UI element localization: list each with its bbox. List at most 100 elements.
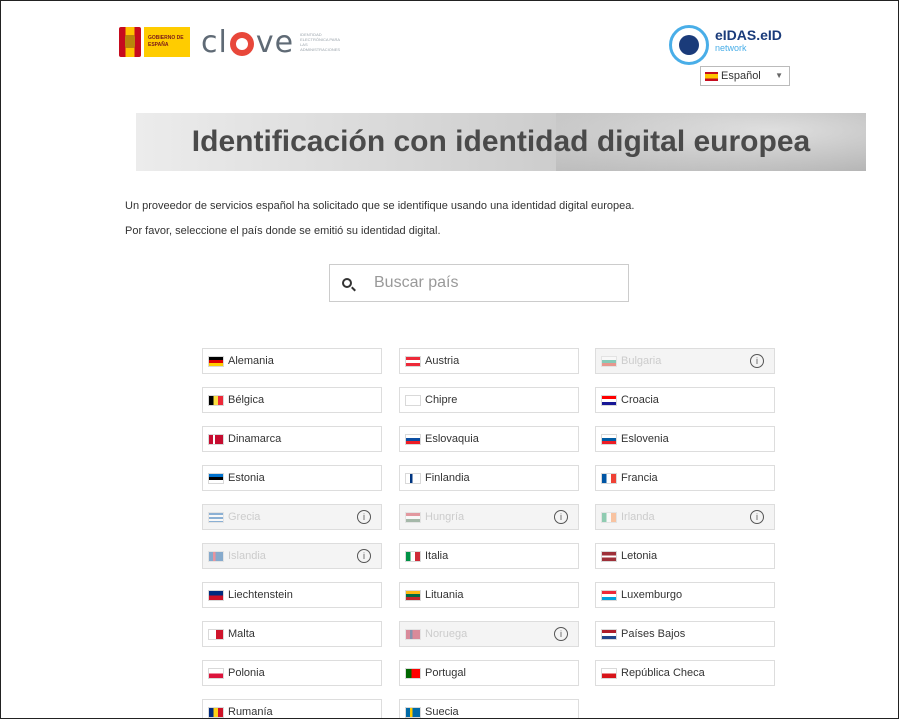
eidas-network: network bbox=[715, 43, 747, 53]
country-label: Suecia bbox=[425, 706, 459, 718]
country-option-luxemburgo[interactable]: Luxemburgo bbox=[595, 582, 775, 608]
country-option-bulgaria[interactable]: Bulgaria i bbox=[595, 348, 775, 374]
country-option-paises-bajos[interactable]: Países Bajos bbox=[595, 621, 775, 647]
info-icon[interactable]: i bbox=[554, 627, 568, 641]
chevron-down-icon: ▼ bbox=[775, 71, 783, 80]
islandia-flag-icon bbox=[209, 551, 223, 561]
country-option-hungria[interactable]: Hungría i bbox=[399, 504, 579, 530]
country-option-portugal[interactable]: Portugal bbox=[399, 660, 579, 686]
country-label: Italia bbox=[425, 550, 449, 562]
info-icon[interactable]: i bbox=[750, 510, 764, 524]
estonia-flag-icon bbox=[209, 473, 223, 483]
country-label: Eslovaquia bbox=[425, 433, 479, 445]
country-option-austria[interactable]: Austria bbox=[399, 348, 579, 374]
letonia-flag-icon bbox=[602, 551, 616, 561]
country-label: Portugal bbox=[425, 667, 466, 679]
eu-stars-icon bbox=[669, 25, 709, 65]
italia-flag-icon bbox=[406, 551, 420, 561]
finlandia-flag-icon bbox=[406, 473, 420, 483]
coat-of-arms-icon bbox=[119, 27, 141, 57]
country-option-rumania[interactable]: Rumanía bbox=[202, 699, 382, 718]
country-label: Liechtenstein bbox=[228, 589, 293, 601]
country-option-letonia[interactable]: Letonia bbox=[595, 543, 775, 569]
country-option-chipre[interactable]: Chipre bbox=[399, 387, 579, 413]
paises-bajos-flag-icon bbox=[602, 629, 616, 639]
country-label: Croacia bbox=[621, 394, 659, 406]
country-option-italia[interactable]: Italia bbox=[399, 543, 579, 569]
title-banner: Identificación con identidad digital eur… bbox=[136, 113, 866, 171]
country-label: Polonia bbox=[228, 667, 265, 679]
search-input[interactable] bbox=[372, 273, 616, 293]
info-icon[interactable]: i bbox=[357, 510, 371, 524]
luxemburgo-flag-icon bbox=[602, 590, 616, 600]
country-label: Alemania bbox=[228, 355, 274, 367]
country-option-suecia[interactable]: Suecia bbox=[399, 699, 579, 718]
belgica-flag-icon bbox=[209, 395, 223, 405]
country-label: Irlanda bbox=[621, 511, 655, 523]
country-label: Francia bbox=[621, 472, 658, 484]
country-option-republica-checa[interactable]: República Checa bbox=[595, 660, 775, 686]
country-option-croacia[interactable]: Croacia bbox=[595, 387, 775, 413]
country-option-eslovaquia[interactable]: Eslovaquia bbox=[399, 426, 579, 452]
liechtenstein-flag-icon bbox=[209, 590, 223, 600]
clave-word-ve: ve bbox=[255, 24, 295, 60]
country-option-liechtenstein[interactable]: Liechtenstein bbox=[202, 582, 382, 608]
grecia-flag-icon bbox=[209, 512, 223, 522]
country-option-noruega[interactable]: Noruega i bbox=[399, 621, 579, 647]
austria-flag-icon bbox=[406, 356, 420, 366]
eslovenia-flag-icon bbox=[602, 434, 616, 444]
country-label: Rumanía bbox=[228, 706, 273, 718]
country-option-alemania[interactable]: Alemania bbox=[202, 348, 382, 374]
search-icon bbox=[342, 278, 352, 288]
page-title: Identificación con identidad digital eur… bbox=[191, 125, 811, 158]
country-label: Islandia bbox=[228, 550, 266, 562]
alemania-flag-icon bbox=[209, 356, 223, 366]
page-frame: GOBIERNO DE ESPAÑA cl ve IDENTIDAD ELECT… bbox=[0, 0, 899, 719]
country-option-lituania[interactable]: Lituania bbox=[399, 582, 579, 608]
intro-text-1: Un proveedor de servicios español ha sol… bbox=[125, 200, 635, 212]
country-label: Malta bbox=[228, 628, 255, 640]
country-label: Países Bajos bbox=[621, 628, 686, 640]
intro-text-2: Por favor, seleccione el país donde se e… bbox=[125, 225, 441, 237]
country-search[interactable] bbox=[329, 264, 629, 302]
croacia-flag-icon bbox=[602, 395, 616, 405]
country-label: Luxemburgo bbox=[621, 589, 683, 601]
country-label: Eslovenia bbox=[621, 433, 669, 445]
country-label: Lituania bbox=[425, 589, 464, 601]
country-label: Austria bbox=[425, 355, 460, 367]
chipre-flag-icon bbox=[406, 395, 420, 405]
country-option-irlanda[interactable]: Irlanda i bbox=[595, 504, 775, 530]
eidas-name: eIDAS.eID bbox=[715, 27, 782, 43]
hungria-flag-icon bbox=[406, 512, 420, 522]
country-label: Hungría bbox=[425, 511, 465, 523]
irlanda-flag-icon bbox=[602, 512, 616, 522]
country-option-polonia[interactable]: Polonia bbox=[202, 660, 382, 686]
republica-checa-flag-icon bbox=[602, 668, 616, 678]
language-selected: Español bbox=[721, 70, 761, 82]
country-option-grecia[interactable]: Grecia i bbox=[202, 504, 382, 530]
info-icon[interactable]: i bbox=[554, 510, 568, 524]
country-option-dinamarca[interactable]: Dinamarca bbox=[202, 426, 382, 452]
country-option-finlandia[interactable]: Finlandia bbox=[399, 465, 579, 491]
bulgaria-flag-icon bbox=[602, 356, 616, 366]
country-option-francia[interactable]: Francia bbox=[595, 465, 775, 491]
country-option-islandia[interactable]: Islandia i bbox=[202, 543, 382, 569]
country-option-eslovenia[interactable]: Eslovenia bbox=[595, 426, 775, 452]
country-option-estonia[interactable]: Estonia bbox=[202, 465, 382, 491]
country-label: Letonia bbox=[621, 550, 658, 562]
language-select[interactable]: Español ▼ bbox=[700, 66, 790, 86]
country-option-belgica[interactable]: Bélgica bbox=[202, 387, 382, 413]
clave-at-icon bbox=[229, 32, 254, 56]
info-icon[interactable]: i bbox=[750, 354, 764, 368]
info-icon[interactable]: i bbox=[357, 549, 371, 563]
country-label: Finlandia bbox=[425, 472, 470, 484]
clave-logo: cl ve IDENTIDAD ELECTRÓNICA PARA LAS ADM… bbox=[201, 24, 348, 60]
eslovaquia-flag-icon bbox=[406, 434, 420, 444]
country-option-malta[interactable]: Malta bbox=[202, 621, 382, 647]
country-label: Dinamarca bbox=[228, 433, 282, 445]
country-label: Noruega bbox=[425, 628, 468, 640]
country-label: Bélgica bbox=[228, 394, 265, 406]
country-label: Estonia bbox=[228, 472, 265, 484]
polonia-flag-icon bbox=[209, 668, 223, 678]
portugal-flag-icon bbox=[406, 668, 420, 678]
